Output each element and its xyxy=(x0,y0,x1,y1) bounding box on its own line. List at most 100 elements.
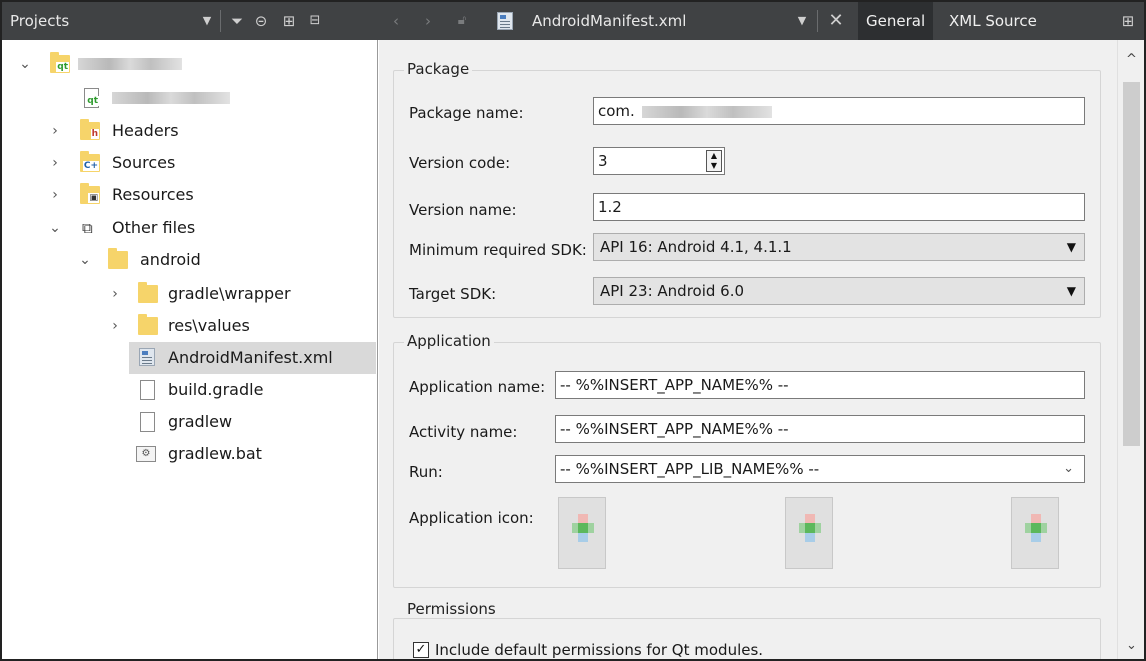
activity-name-label: Activity name: xyxy=(409,423,518,441)
redacted-pro-filename xyxy=(112,92,230,104)
tree-item-label: res\values xyxy=(168,316,250,335)
xml-file-icon xyxy=(497,12,513,30)
qt-creator-window: Projects ▼ ⏷ ⊝ ⊞ ⊟ ‹ › 🔓︎ AndroidManifes… xyxy=(0,0,1146,661)
redacted-package-name xyxy=(642,106,772,118)
app-icon-hdpi-button[interactable] xyxy=(1011,497,1059,569)
project-tree: ⌄ qt qt › h Headers › C+ Sources › ▣ Res… xyxy=(2,40,378,659)
editor-filename[interactable]: AndroidManifest.xml xyxy=(532,2,686,40)
tree-item-gradlew[interactable]: gradlew xyxy=(2,408,376,436)
target-sdk-select[interactable]: API 23: Android 6.0 ▼ xyxy=(593,277,1085,305)
other-files-icon: ⧉ xyxy=(82,219,93,237)
tree-item-gradle-wrapper[interactable]: › gradle\wrapper xyxy=(2,280,376,308)
chevron-down-icon[interactable]: ⌄ xyxy=(18,50,32,78)
tree-item-build-gradle[interactable]: build.gradle xyxy=(2,376,376,404)
chevron-down-icon[interactable]: ⌄ xyxy=(78,246,92,274)
activity-name-value: -- %%INSERT_APP_NAME%% -- xyxy=(560,420,789,438)
version-code-label: Version code: xyxy=(409,154,511,172)
chevron-right-icon[interactable]: › xyxy=(108,280,122,308)
target-sdk-label: Target SDK: xyxy=(409,285,497,303)
chevron-right-icon[interactable]: › xyxy=(48,181,62,209)
folder-icon xyxy=(138,314,158,335)
scroll-down-icon[interactable]: ⌄ xyxy=(1118,638,1144,653)
app-icon-placeholder-icon xyxy=(572,514,594,550)
tree-item-label: gradlew xyxy=(168,412,233,431)
file-icon xyxy=(140,380,155,400)
tree-item-pro-file[interactable]: qt xyxy=(2,84,376,112)
tree-item-headers[interactable]: › h Headers xyxy=(2,117,376,145)
version-code-stepper[interactable]: 3 ▲ ▼ xyxy=(593,147,725,175)
tab-general[interactable]: General xyxy=(858,2,934,40)
version-name-field[interactable]: 1.2 xyxy=(593,193,1085,221)
target-sdk-value: API 23: Android 6.0 xyxy=(600,282,745,300)
app-icon-label: Application icon: xyxy=(409,509,534,527)
chevron-down-icon[interactable]: ⌄ xyxy=(48,214,62,242)
activity-name-field[interactable]: -- %%INSERT_APP_NAME%% -- xyxy=(555,415,1085,443)
scroll-thumb[interactable] xyxy=(1123,82,1140,446)
filter-icon[interactable]: ⏷ xyxy=(226,2,248,40)
permissions-group-title: Permissions xyxy=(404,600,499,618)
app-name-field[interactable]: -- %%INSERT_APP_NAME%% -- xyxy=(555,371,1085,399)
version-name-value: 1.2 xyxy=(598,198,622,216)
package-name-label: Package name: xyxy=(409,104,524,122)
link-icon[interactable]: ⊝ xyxy=(250,2,272,40)
tree-item-label: gradlew.bat xyxy=(168,444,262,463)
application-group-title: Application xyxy=(404,332,494,350)
chevron-down-icon: ⌄ xyxy=(1063,461,1074,476)
split-editor-icon[interactable]: ⊞ xyxy=(1116,2,1140,40)
app-icon-placeholder-icon xyxy=(799,514,821,550)
chevron-right-icon[interactable]: › xyxy=(108,312,122,340)
qt-pro-file-icon: qt xyxy=(84,88,99,108)
xml-file-icon xyxy=(139,348,155,366)
tree-item-sources[interactable]: › C+ Sources xyxy=(2,149,376,177)
include-default-permissions-checkbox[interactable]: ✓ xyxy=(413,642,429,658)
projects-dropdown-icon[interactable]: ▼ xyxy=(200,2,214,40)
dropdown-arrow-icon: ▼ xyxy=(1066,240,1076,254)
close-panel-icon[interactable]: ⊟ xyxy=(304,2,326,40)
package-name-field[interactable]: com. xyxy=(593,97,1085,125)
tree-item-label: gradle\wrapper xyxy=(168,284,291,303)
resources-folder-icon: ▣ xyxy=(80,183,100,204)
tree-item-other-files[interactable]: ⌄ ⧉ Other files xyxy=(2,214,376,242)
tree-item-resources[interactable]: › ▣ Resources xyxy=(2,181,376,209)
min-sdk-select[interactable]: API 16: Android 4.1, 4.1.1 ▼ xyxy=(593,233,1085,261)
projects-label: Projects xyxy=(10,12,70,30)
back-icon[interactable]: ‹ xyxy=(388,2,404,40)
tree-item-android[interactable]: ⌄ android xyxy=(2,246,376,274)
scroll-up-icon[interactable]: ^ xyxy=(1118,52,1144,67)
file-icon xyxy=(140,412,155,432)
split-icon[interactable]: ⊞ xyxy=(278,2,300,40)
version-name-label: Version name: xyxy=(409,201,517,219)
app-icon-mdpi-button[interactable] xyxy=(785,497,833,569)
dropdown-arrow-icon: ▼ xyxy=(1066,284,1076,298)
close-editor-icon[interactable]: ✕ xyxy=(824,2,848,40)
tree-item-label: Other files xyxy=(112,218,196,237)
chevron-right-icon[interactable]: › xyxy=(48,149,62,177)
tree-item-androidmanifest[interactable]: AndroidManifest.xml xyxy=(129,342,376,374)
tree-item-res-values[interactable]: › res\values xyxy=(2,312,376,340)
manifest-editor: Package Package name: com. Version code:… xyxy=(379,40,1117,659)
version-code-value: 3 xyxy=(598,152,608,170)
spin-arrows-icon[interactable]: ▲ ▼ xyxy=(706,150,722,172)
tree-item-label: build.gradle xyxy=(168,380,264,399)
vertical-scrollbar[interactable]: ^ ⌄ xyxy=(1117,40,1144,659)
top-toolbar: Projects ▼ ⏷ ⊝ ⊞ ⊟ ‹ › 🔓︎ AndroidManifes… xyxy=(2,2,1144,40)
folder-icon xyxy=(108,248,128,269)
tab-xml-source[interactable]: XML Source xyxy=(941,2,1045,40)
folder-icon xyxy=(138,282,158,303)
tree-item-label: AndroidManifest.xml xyxy=(168,348,333,367)
forward-icon[interactable]: › xyxy=(420,2,436,40)
file-dropdown-icon[interactable]: ▼ xyxy=(795,2,809,40)
chevron-right-icon[interactable]: › xyxy=(48,117,62,145)
tree-item-project[interactable]: ⌄ qt xyxy=(2,50,376,78)
package-name-value: com. xyxy=(598,102,635,120)
app-icon-placeholder-icon xyxy=(1025,514,1047,550)
include-default-permissions-label: Include default permissions for Qt modul… xyxy=(435,641,764,659)
package-group-title: Package xyxy=(404,60,473,78)
tree-item-label: Headers xyxy=(112,121,179,140)
headers-folder-icon: h xyxy=(80,119,100,140)
lock-icon: 🔓︎ xyxy=(457,13,467,28)
run-select[interactable]: -- %%INSERT_APP_LIB_NAME%% -- ⌄ xyxy=(555,455,1085,483)
tree-item-label: Resources xyxy=(112,185,194,204)
tree-item-gradlew-bat[interactable]: ⚙ gradlew.bat xyxy=(2,440,376,468)
app-icon-ldpi-button[interactable] xyxy=(558,497,606,569)
